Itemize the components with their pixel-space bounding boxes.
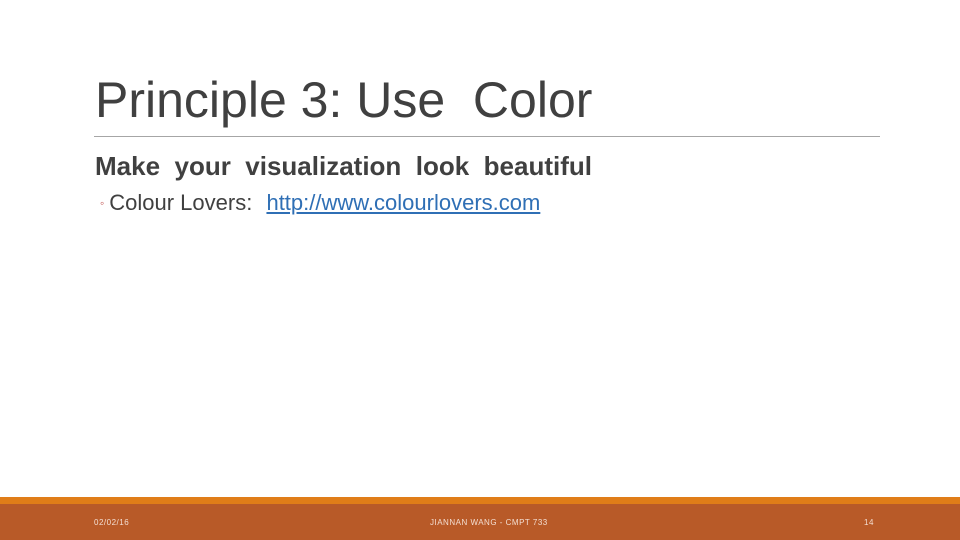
slide: Principle 3: Use Color Make your visuali… bbox=[0, 0, 960, 540]
slide-number: 14 bbox=[864, 518, 874, 527]
bullet-item: ◦ Colour Lovers: http://www.colourlovers… bbox=[100, 188, 540, 221]
ring-bullet-icon: ◦ bbox=[100, 196, 105, 210]
title-divider bbox=[94, 136, 880, 137]
slide-title: Principle 3: Use Color bbox=[95, 72, 593, 128]
footer-accent-stripe bbox=[0, 497, 960, 504]
bullet-label: Colour Lovers: bbox=[109, 190, 259, 215]
footer-date: 02/02/16 bbox=[94, 518, 130, 527]
section-heading: Make your visualization look beautiful bbox=[95, 151, 592, 181]
footer-author: JIANNAN WANG - CMPT 733 bbox=[430, 518, 548, 527]
colourlovers-link[interactable]: http://www.colourlovers.com bbox=[266, 188, 540, 218]
